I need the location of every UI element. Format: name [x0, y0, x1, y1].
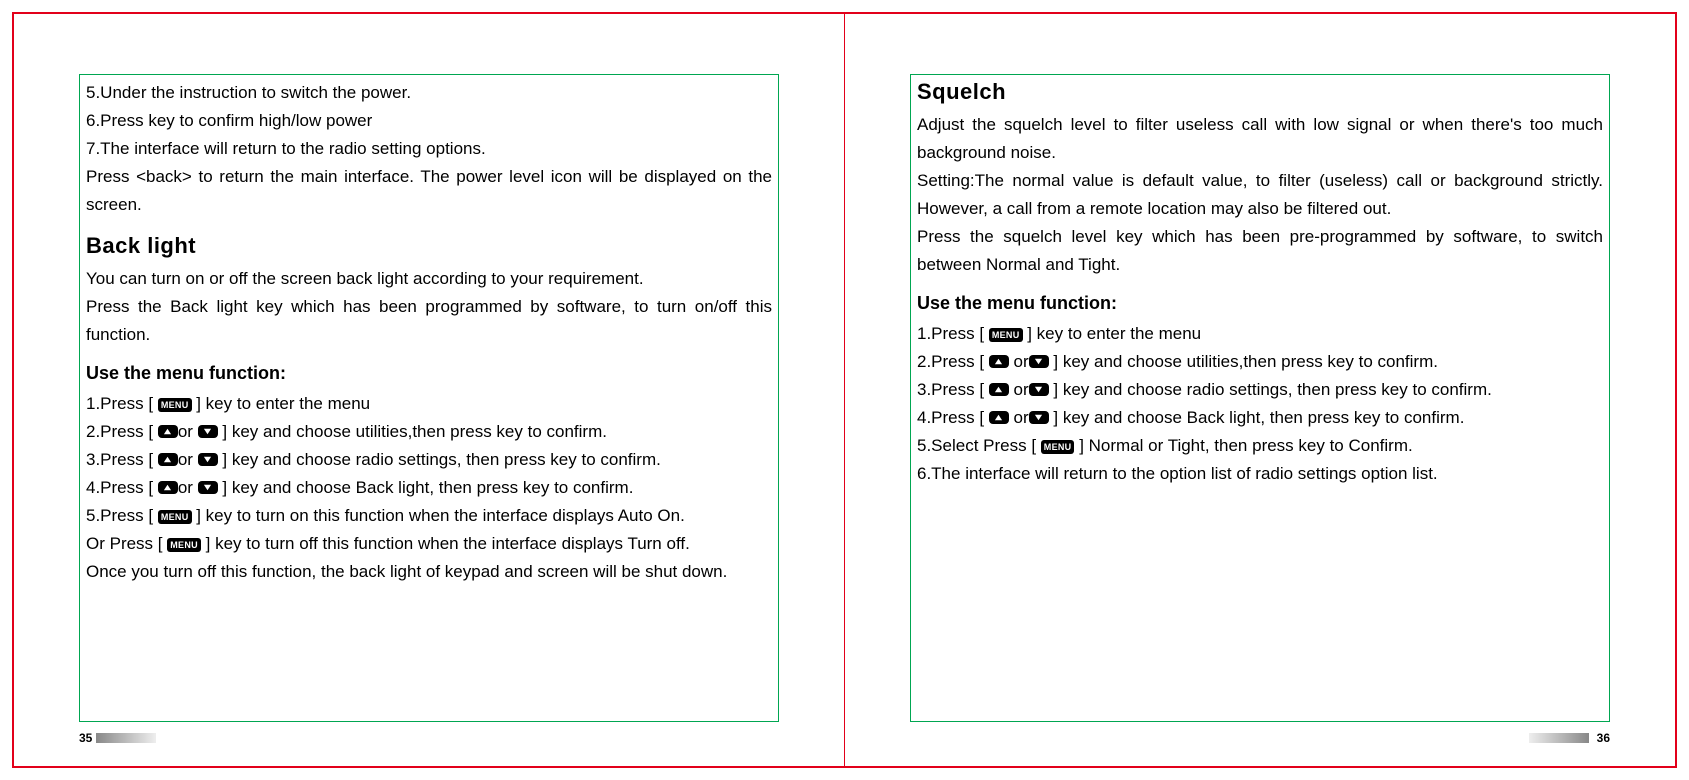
step-text: 5.Press [ [86, 506, 158, 525]
step-text: or [178, 422, 193, 441]
step-text: ] key and choose radio settings, then pr… [1049, 380, 1492, 399]
down-arrow-icon [1029, 355, 1049, 368]
step-text: 3.Press [ [917, 380, 989, 399]
step-text: 4.Press [ [917, 408, 989, 427]
step-text: ] key to enter the menu [1023, 324, 1202, 343]
step-text: ] key and choose utilities,then press ke… [218, 422, 607, 441]
section-title-squelch: Squelch [917, 79, 1603, 105]
step-line: 5.Press [ MENU ] key to turn on this fun… [86, 502, 772, 530]
footer-right-group: 36 [1529, 731, 1610, 745]
up-arrow-icon [158, 453, 178, 466]
footer-gradient-icon [96, 733, 156, 743]
step-line: 4.Press [ or ] key and choose Back light… [86, 474, 772, 502]
step-text: 4.Press [ [86, 478, 158, 497]
step-text: or [178, 478, 193, 497]
footer-gradient-icon [1529, 733, 1589, 743]
subsection-title-menu: Use the menu function: [86, 363, 772, 384]
step-line: 3.Press [ or ] key and choose radio sett… [86, 446, 772, 474]
down-arrow-icon [198, 453, 218, 466]
down-arrow-icon [1029, 411, 1049, 424]
document-spread: 5.Under the instruction to switch the po… [12, 12, 1677, 768]
subsection-title-menu: Use the menu function: [917, 293, 1603, 314]
step-line: 1.Press [ MENU ] key to enter the menu [917, 320, 1603, 348]
step-text: ] key and choose Back light, then press … [218, 478, 634, 497]
step-text: or [1014, 408, 1029, 427]
step-text: or [1014, 352, 1029, 371]
down-arrow-icon [1029, 383, 1049, 396]
up-arrow-icon [158, 481, 178, 494]
step-line: 1.Press [ MENU ] key to enter the menu [86, 390, 772, 418]
text-line: 7.The interface will return to the radio… [86, 135, 772, 163]
content-box-left: 5.Under the instruction to switch the po… [79, 74, 779, 722]
step-text: ] key and choose radio settings, then pr… [218, 450, 661, 469]
text-line: Press the Back light key which has been … [86, 293, 772, 349]
menu-key-icon: MENU [158, 510, 192, 524]
step-text: 1.Press [ [86, 394, 158, 413]
text-line: You can turn on or off the screen back l… [86, 265, 772, 293]
step-text: or [1014, 380, 1029, 399]
content-box-right: Squelch Adjust the squelch level to filt… [910, 74, 1610, 722]
step-text: or [178, 450, 193, 469]
step-line: Once you turn off this function, the bac… [86, 558, 772, 586]
text-line: 6.Press key to confirm high/low power [86, 107, 772, 135]
step-line: 5.Select Press [ MENU ] Normal or Tight,… [917, 432, 1603, 460]
step-text: ] key to turn on this function when the … [192, 506, 685, 525]
text-line: Setting:The normal value is default valu… [917, 167, 1603, 223]
down-arrow-icon [198, 481, 218, 494]
page-right: Squelch Adjust the squelch level to filt… [845, 14, 1675, 766]
step-text: 2.Press [ [917, 352, 989, 371]
step-text: Or Press [ [86, 534, 167, 553]
step-text: ] key to enter the menu [192, 394, 371, 413]
page-footer-left: 35 [79, 730, 779, 746]
up-arrow-icon [158, 425, 178, 438]
text-line: Press the squelch level key which has be… [917, 223, 1603, 279]
step-text: ] key and choose utilities,then press ke… [1049, 352, 1438, 371]
down-arrow-icon [198, 425, 218, 438]
menu-key-icon: MENU [989, 328, 1023, 342]
section-title-backlight: Back light [86, 233, 772, 259]
step-line: 3.Press [ or ] key and choose radio sett… [917, 376, 1603, 404]
footer-left-group: 35 [79, 731, 156, 745]
text-line: 5.Under the instruction to switch the po… [86, 79, 772, 107]
step-text: 2.Press [ [86, 422, 158, 441]
up-arrow-icon [989, 383, 1009, 396]
page-number: 36 [1597, 731, 1610, 745]
text-line: Adjust the squelch level to filter usele… [917, 111, 1603, 167]
page-number: 35 [79, 731, 92, 745]
step-text: ] key and choose Back light, then press … [1049, 408, 1465, 427]
up-arrow-icon [989, 355, 1009, 368]
page-left: 5.Under the instruction to switch the po… [14, 14, 845, 766]
step-text: 5.Select Press [ [917, 436, 1041, 455]
step-text: 3.Press [ [86, 450, 158, 469]
step-line: 4.Press [ or ] key and choose Back light… [917, 404, 1603, 432]
step-text: ] key to turn off this function when the… [201, 534, 690, 553]
step-line: 2.Press [ or ] key and choose utilities,… [917, 348, 1603, 376]
up-arrow-icon [989, 411, 1009, 424]
step-line: 2.Press [ or ] key and choose utilities,… [86, 418, 772, 446]
page-footer-right: 36 [910, 730, 1610, 746]
step-text: 1.Press [ [917, 324, 989, 343]
step-text: ] Normal or Tight, then press key to Con… [1074, 436, 1412, 455]
menu-key-icon: MENU [1041, 440, 1075, 454]
menu-key-icon: MENU [158, 398, 192, 412]
text-line: Press <back> to return the main interfac… [86, 163, 772, 219]
menu-key-icon: MENU [167, 538, 201, 552]
step-line: Or Press [ MENU ] key to turn off this f… [86, 530, 772, 558]
step-line: 6.The interface will return to the optio… [917, 460, 1603, 488]
